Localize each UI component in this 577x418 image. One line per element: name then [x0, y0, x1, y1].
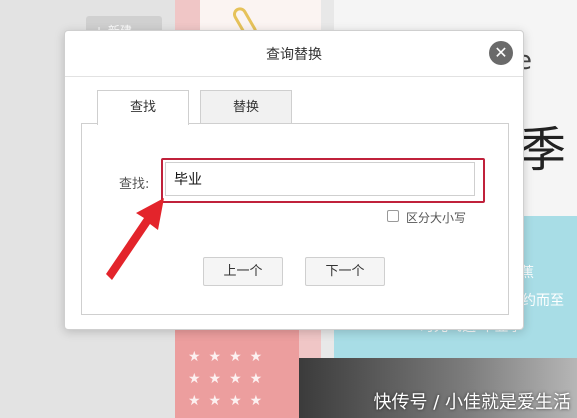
dialog-header: 查询替换 ✕ [65, 31, 523, 77]
watermark: 快传号 / 小佳就是爱生活 [373, 392, 571, 413]
case-sensitive-checkbox[interactable] [387, 210, 399, 222]
input-highlight-box [161, 158, 485, 203]
star-pattern: ★★★★ ★★★★ ★★★★ [188, 349, 271, 409]
tab-replace[interactable]: 替换 [200, 90, 292, 124]
page-title-char: 季 [518, 122, 567, 178]
previous-button[interactable]: 上一个 [203, 257, 283, 286]
next-button[interactable]: 下一个 [305, 257, 385, 286]
dialog-title: 查询替换 [266, 47, 322, 63]
close-icon[interactable]: ✕ [489, 41, 513, 65]
case-sensitive-label: 区分大小写 [406, 211, 467, 225]
annotation-arrow-icon [106, 198, 164, 280]
tab-find[interactable]: 查找 [97, 90, 189, 125]
